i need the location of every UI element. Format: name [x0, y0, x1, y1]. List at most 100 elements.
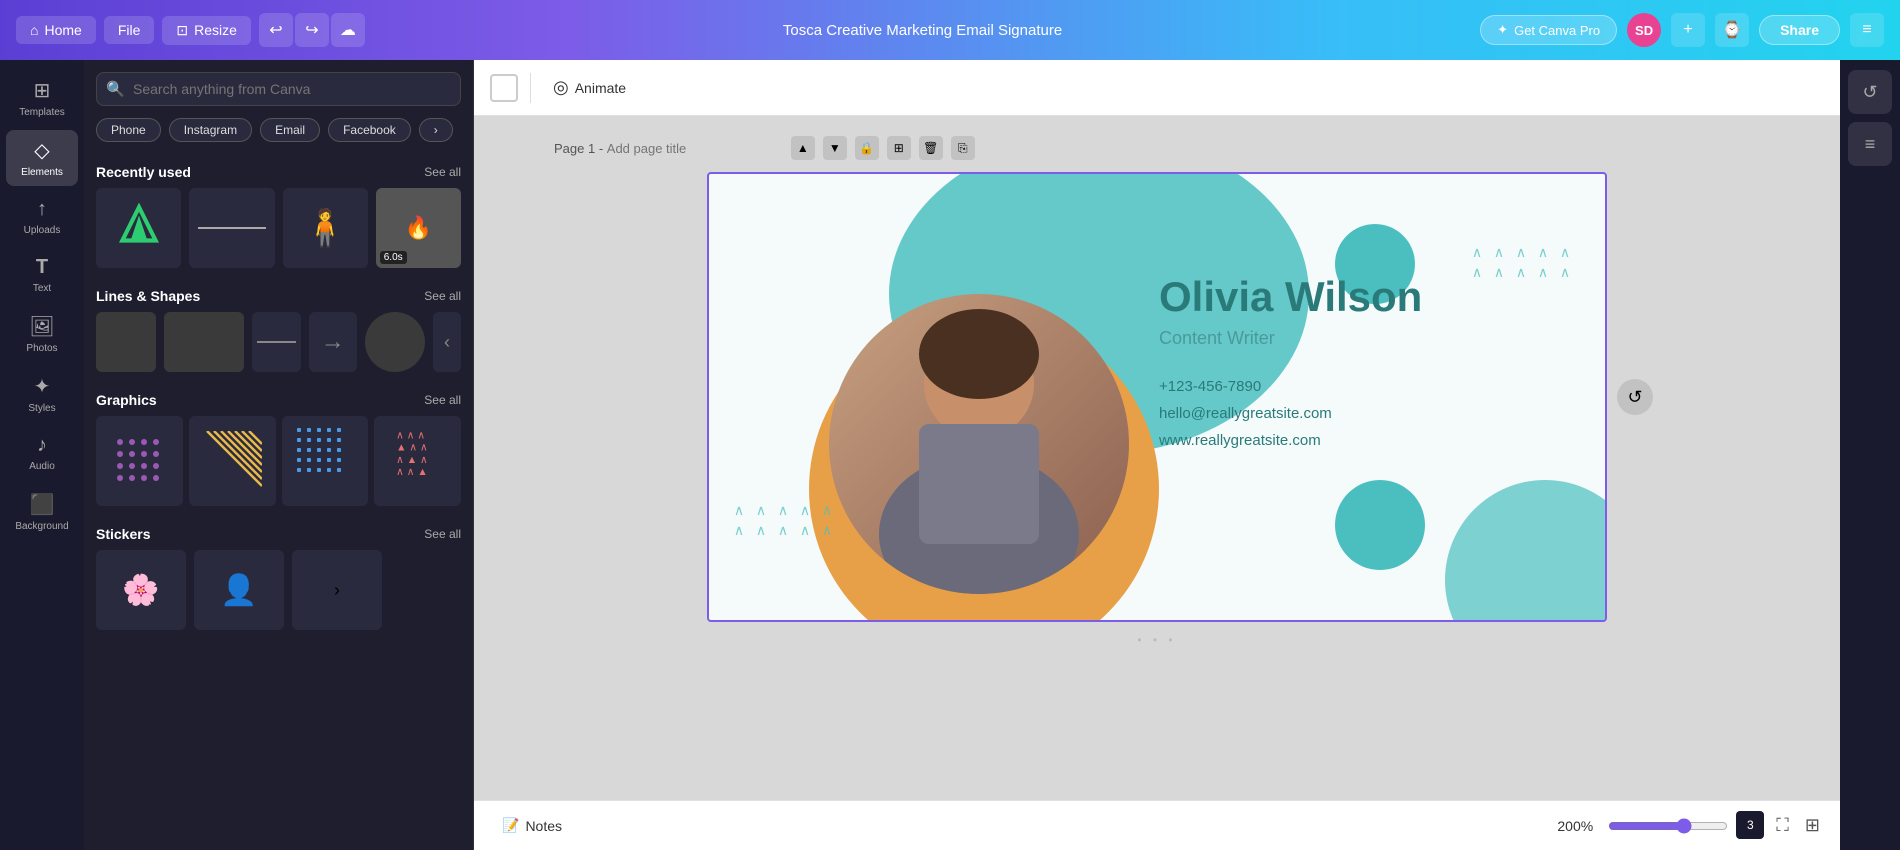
- chevrons-svg: ∧ ∧ ∧ ▲ ∧ ∧ ∧ ▲ ∧ ∧ ∧ ▲: [388, 426, 448, 496]
- dots-grid-svg: [295, 426, 355, 496]
- page-trash[interactable]: 🗑: [919, 136, 943, 160]
- zoom-controls: 200% 3 ⛶ ⊞: [1550, 811, 1824, 840]
- filter-email[interactable]: Email: [260, 118, 320, 142]
- lines-shapes-see-all[interactable]: See all: [424, 289, 461, 303]
- hide-panel-button[interactable]: ‹: [433, 312, 461, 372]
- sidebar-item-audio[interactable]: ♪ Audio: [6, 426, 78, 480]
- text-icon: T: [36, 256, 48, 279]
- logo-svg: [114, 203, 164, 253]
- shape-square[interactable]: [96, 312, 156, 372]
- sidebar-label-photos: Photos: [26, 343, 57, 354]
- graphic-chevrons[interactable]: ∧ ∧ ∧ ▲ ∧ ∧ ∧ ▲ ∧ ∧ ∧ ▲: [374, 416, 461, 506]
- resize-button[interactable]: ⊡ Resize: [162, 16, 251, 45]
- animate-button[interactable]: ◎ Animate: [543, 71, 636, 104]
- sidebar-label-templates: Templates: [19, 107, 65, 118]
- svg-text:∧ ∧ ▲: ∧ ∧ ▲: [396, 466, 428, 478]
- canvas-container: ∧∧∧∧∧ ∧∧∧∧∧ Olivia Wilson Content Writer…: [707, 172, 1607, 622]
- shape-arrow[interactable]: →: [309, 312, 358, 372]
- graphics-title: Graphics: [96, 392, 157, 408]
- recent-item-video[interactable]: 🔥 6.0s: [376, 188, 461, 268]
- sidebar-label-styles: Styles: [28, 403, 55, 414]
- notes-button[interactable]: 📝 Notes: [490, 811, 574, 840]
- resize-dots: • • •: [1137, 633, 1176, 647]
- sidebar-label-uploads: Uploads: [24, 225, 61, 236]
- graphic-dots-blue-grid[interactable]: [282, 416, 369, 506]
- sticker-more[interactable]: ›: [292, 550, 382, 630]
- canvas-bottom-bar: 📝 Notes 200% 3 ⛶ ⊞: [474, 800, 1840, 850]
- sidebar-item-templates[interactable]: ⊞ Templates: [6, 70, 78, 126]
- avatar[interactable]: SD: [1627, 13, 1661, 47]
- recently-used-see-all[interactable]: See all: [424, 165, 461, 179]
- sidebar-item-styles[interactable]: ✦ Styles: [6, 366, 78, 422]
- get-canva-pro-button[interactable]: ✦ Get Canva Pro: [1480, 15, 1617, 45]
- stickers-see-all[interactable]: See all: [424, 527, 461, 541]
- activity-button[interactable]: ⌚: [1715, 13, 1749, 47]
- plus-button[interactable]: +: [1671, 13, 1705, 47]
- comments-button[interactable]: ≡: [1848, 122, 1892, 166]
- sidebar-item-background[interactable]: ⬛ Background: [6, 484, 78, 540]
- grid-view-button[interactable]: ⊞: [1801, 811, 1824, 840]
- refresh-button[interactable]: ↺: [1617, 379, 1653, 415]
- sidebar-item-photos[interactable]: 🖼 Photos: [6, 306, 78, 362]
- recent-item-figure[interactable]: 🧍: [283, 188, 368, 268]
- search-input[interactable]: [96, 72, 461, 106]
- main-area: ⊞ Templates ◇ Elements ↑ Uploads T Text …: [0, 60, 1900, 850]
- home-button[interactable]: ⌂ Home: [16, 16, 96, 44]
- teal-circle-bottom: [1335, 480, 1425, 570]
- page-nav-up[interactable]: ▲: [791, 136, 815, 160]
- page-copy[interactable]: ⎘: [951, 136, 975, 160]
- header-right: ✦ Get Canva Pro SD + ⌚ Share ≡: [1480, 13, 1884, 47]
- sidebar-label-audio: Audio: [29, 461, 55, 472]
- sidebar-item-text[interactable]: T Text: [6, 248, 78, 302]
- file-button[interactable]: File: [104, 16, 155, 44]
- shape-rectangle[interactable]: [164, 312, 244, 372]
- settings-button[interactable]: ≡: [1850, 13, 1884, 47]
- zoom-slider[interactable]: [1608, 818, 1728, 834]
- fullscreen-button[interactable]: ⛶: [1772, 811, 1793, 840]
- uploads-icon: ↑: [37, 198, 47, 221]
- filter-more[interactable]: ›: [419, 118, 453, 142]
- sticker-head[interactable]: 👤: [194, 550, 284, 630]
- cloud-save-button[interactable]: ☁: [331, 13, 365, 47]
- recent-item-line[interactable]: [189, 188, 274, 268]
- resize-handle[interactable]: • • •: [707, 626, 1607, 654]
- search-wrapper: 🔍: [96, 72, 461, 106]
- header-center: Tosca Creative Marketing Email Signature: [365, 22, 1480, 39]
- undo-button[interactable]: ↩: [259, 13, 293, 47]
- panel-content: Recently used See all 🧍 🔥: [84, 154, 473, 850]
- canvas-viewport[interactable]: Page 1 - ▲ ▼ 🔒 ⊞ 🗑 ⎘: [474, 116, 1840, 800]
- graphic-diagonal-lines[interactable]: [189, 416, 276, 506]
- recent-item-logo[interactable]: [96, 188, 181, 268]
- filter-facebook[interactable]: Facebook: [328, 118, 411, 142]
- teal-blob-bottom-right: [1445, 480, 1607, 622]
- sticker-flowers[interactable]: 🌸: [96, 550, 186, 630]
- recently-used-title: Recently used: [96, 164, 191, 180]
- photo-circle: [829, 294, 1129, 594]
- filter-phone[interactable]: Phone: [96, 118, 161, 142]
- lines-shapes-title: Lines & Shapes: [96, 288, 200, 304]
- signature-contact: +123-456-7890 hello@reallygreatsite.com …: [1159, 373, 1565, 454]
- shape-line[interactable]: [252, 312, 301, 372]
- share-button[interactable]: Share: [1759, 15, 1840, 45]
- page-title-input[interactable]: [607, 141, 783, 156]
- chevrons-bottom-left: ∧∧∧∧∧ ∧∧∧∧∧: [729, 502, 837, 540]
- resize-icon: ⊡: [176, 22, 188, 39]
- stickers-header: Stickers See all: [96, 516, 461, 550]
- shape-circle[interactable]: [365, 312, 425, 372]
- design-canvas[interactable]: ∧∧∧∧∧ ∧∧∧∧∧ Olivia Wilson Content Writer…: [707, 172, 1607, 622]
- redo-button[interactable]: ↪: [295, 13, 329, 47]
- page-lock[interactable]: 🔒: [855, 136, 879, 160]
- graphic-dots-purple[interactable]: [96, 416, 183, 506]
- recently-used-grid: 🧍 🔥 6.0s: [96, 188, 461, 268]
- filter-instagram[interactable]: Instagram: [169, 118, 252, 142]
- sidebar-item-elements[interactable]: ◇ Elements: [6, 130, 78, 186]
- page-number-button[interactable]: 3: [1736, 811, 1764, 839]
- undo-redo-group: ↩ ↪ ☁: [259, 13, 365, 47]
- sidebar-item-uploads[interactable]: ↑ Uploads: [6, 190, 78, 244]
- magic-resize-button[interactable]: ↺: [1848, 70, 1892, 114]
- stickers-title: Stickers: [96, 526, 150, 542]
- page-nav-down[interactable]: ▼: [823, 136, 847, 160]
- color-picker[interactable]: [490, 74, 518, 102]
- graphics-see-all[interactable]: See all: [424, 393, 461, 407]
- page-grid[interactable]: ⊞: [887, 136, 911, 160]
